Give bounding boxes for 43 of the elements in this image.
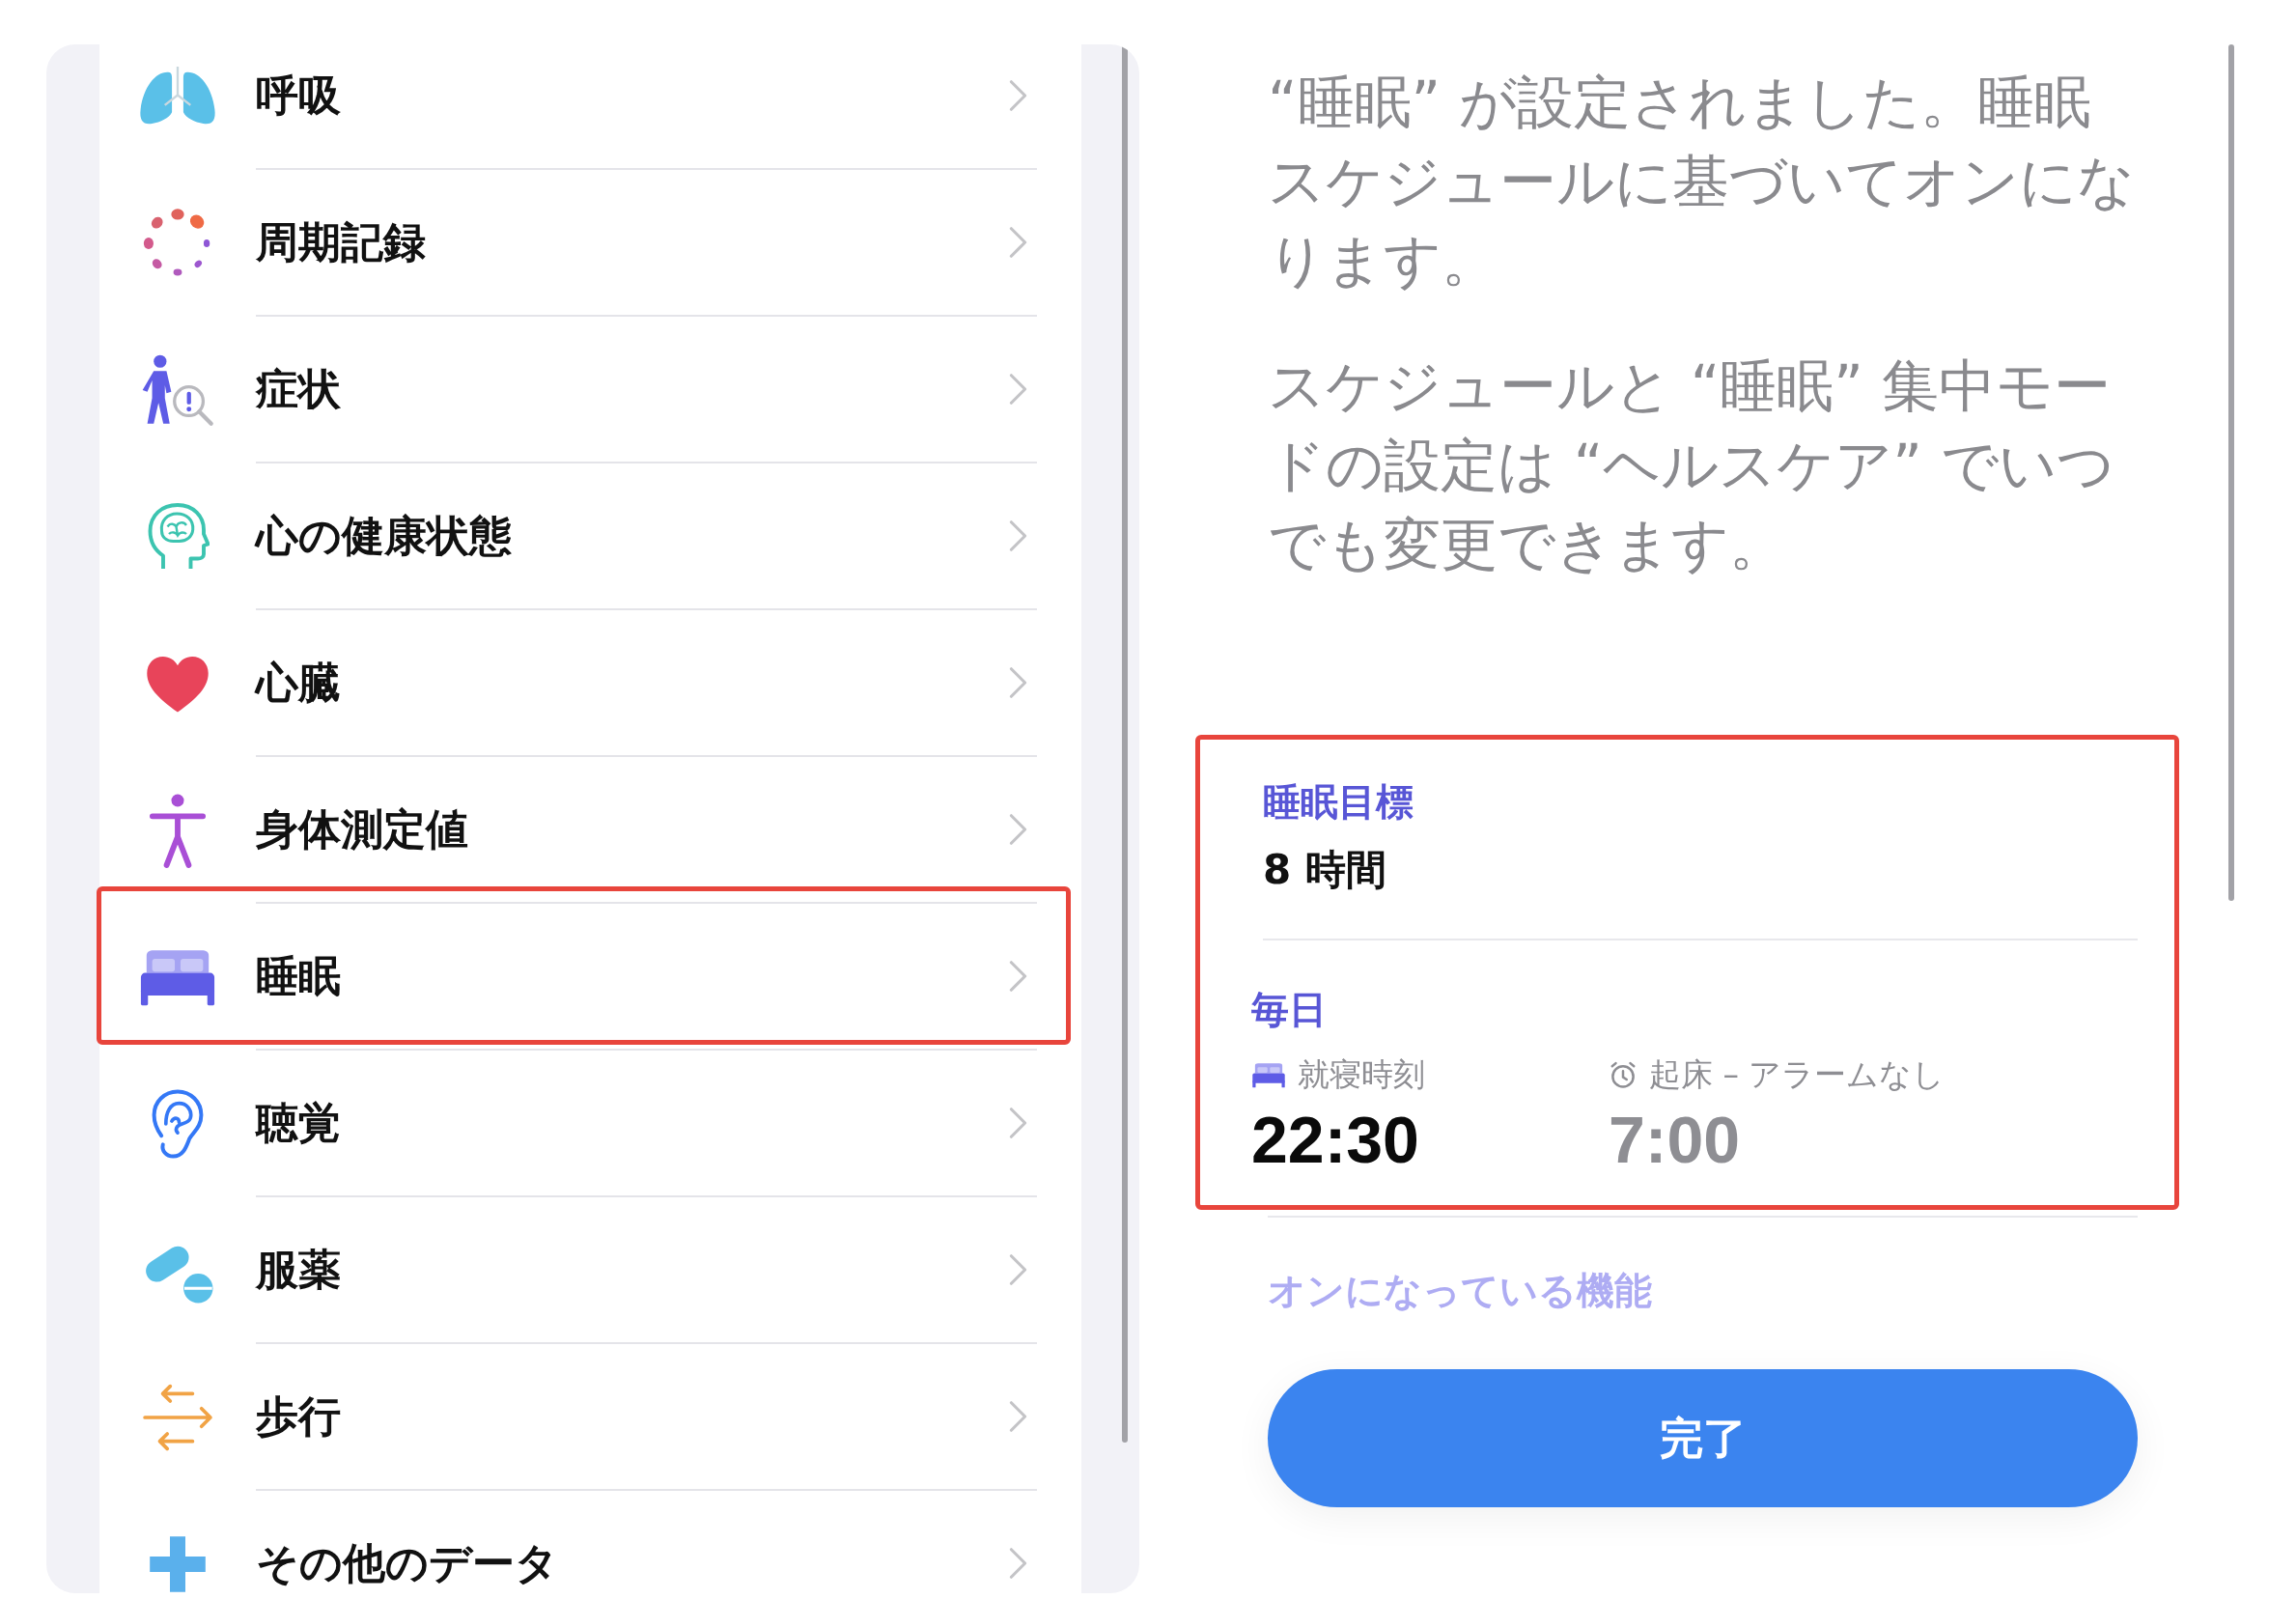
plus-icon [147,1533,209,1593]
category-row[interactable]: 呼吸 [99,44,1081,170]
goal-value: 8 時間 [1263,845,1386,895]
bed-icon [1251,1061,1286,1088]
section-heading: オンになっている機能 [1268,1268,1652,1314]
chevron-icon [1009,1253,1027,1286]
body-text: スケジュールと “睡眠” 集中モードの設定は “ヘルスケア” でいつでも変更できます。 [1268,351,2115,579]
frequency-label: 毎日 [1251,987,1327,1033]
bedtime-value: 22:30 [1251,1103,1419,1176]
alarm-clock-icon [1609,1060,1638,1089]
category-row[interactable]: 心の健康状態 [99,463,1081,610]
chevron-icon [1009,960,1027,993]
category-row[interactable]: 聴覚 [99,1051,1081,1197]
person-magnifier-icon [141,353,214,427]
body-text: “睡眠” が設定されました。睡眠スケジュールに基づいてオンになります。 [1268,68,2136,295]
category-row[interactable]: 睡眠 [99,904,1081,1051]
chevron-icon [1009,1400,1027,1433]
chevron-icon [1009,1547,1027,1580]
ear-icon [150,1087,206,1161]
wake-label: 起床 – アラームなし [1649,1054,1946,1095]
chevron-icon [1009,813,1027,846]
category-row[interactable]: 身体測定値 [99,757,1081,904]
person-arms-out-icon [148,792,208,869]
category-row[interactable]: 周期記録 [99,170,1081,317]
done-button[interactable]: 完了 [1268,1369,2138,1507]
bed-icon [138,947,217,1007]
scrollbar[interactable] [2228,44,2234,901]
category-row[interactable]: 心臓 [99,610,1081,757]
category-row[interactable]: 歩行 [99,1344,1081,1491]
chevron-icon [1009,666,1027,699]
category-row[interactable]: その他のデータ [99,1491,1081,1593]
wake-time-value: 7:00 [1609,1103,1741,1176]
category-row[interactable]: 症状 [99,317,1081,463]
category-row[interactable]: 服薬 [99,1197,1081,1344]
heart-icon [144,654,211,714]
chevron-icon [1009,226,1027,259]
bedtime-label: 就寝時刻 [1298,1054,1425,1095]
chevron-icon [1009,373,1027,406]
goal-label: 睡眠目標 [1263,779,1414,826]
chevron-icon [1009,519,1027,552]
chevron-icon [1009,1107,1027,1139]
arrows-icon [142,1382,213,1453]
chevron-icon [1009,79,1027,112]
